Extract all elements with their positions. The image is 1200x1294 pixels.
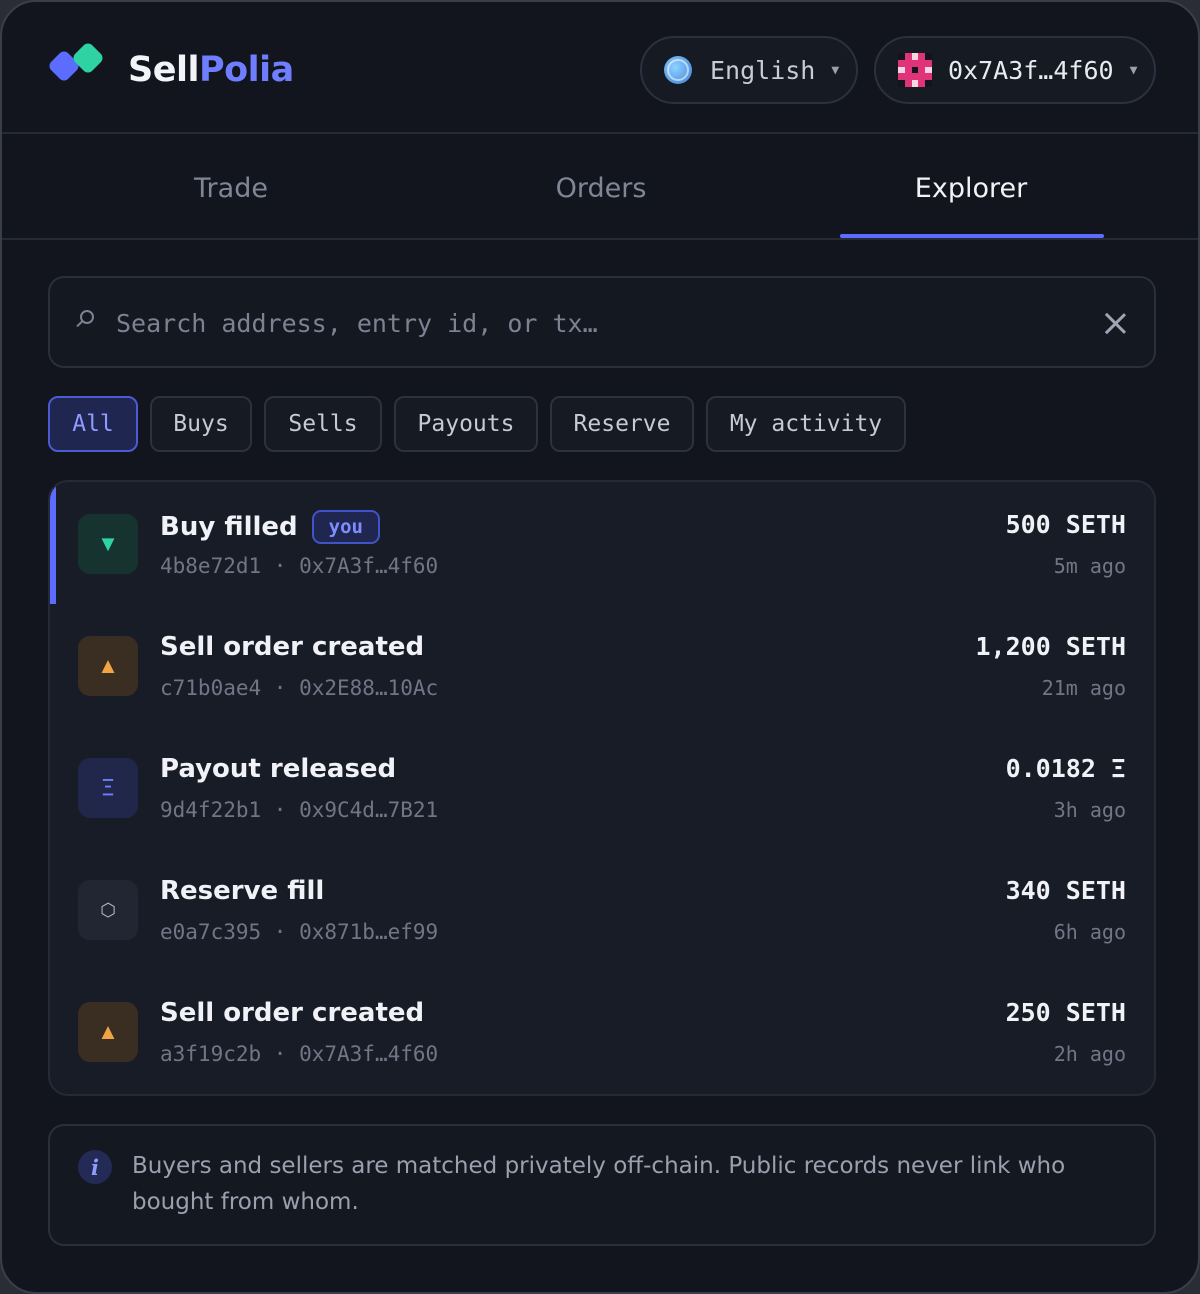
active-tab-indicator	[840, 234, 1104, 238]
entry-time: 5m ago	[1053, 554, 1126, 578]
you-badge: you	[311, 510, 380, 544]
entry-title: Reserve fill	[160, 876, 325, 906]
buy-arrow-icon: ▼	[78, 514, 138, 574]
entry-title: Payout released	[160, 754, 397, 784]
filter-reserve[interactable]: Reserve	[550, 396, 694, 452]
sell-arrow-icon: ▲	[78, 636, 138, 696]
entry-address[interactable]: 0x2E88…10Ac	[299, 676, 438, 700]
entry-amount: 1,200 SETH	[975, 632, 1126, 661]
list-item[interactable]: ▲ Sell order created a3f19c2b · 0x7A3f…4…	[50, 970, 1154, 1092]
entry-time: 3h ago	[1053, 798, 1126, 822]
entry-title: Sell order created	[160, 998, 425, 1028]
entry-id: c71b0ae4	[160, 676, 262, 700]
entry-address[interactable]: 0x7A3f…4f60	[299, 554, 438, 578]
filter-sells[interactable]: Sells	[264, 396, 382, 452]
entry-meta: e0a7c395 · 0x871b…ef99	[160, 920, 439, 944]
list-item[interactable]: Ξ Payout released 9d4f22b1 · 0x9C4d…7B21…	[50, 726, 1154, 848]
entry-title: Buy filled you	[160, 510, 380, 544]
wallet-address: 0x7A3f…4f60	[948, 55, 1114, 85]
close-icon[interactable]	[1104, 312, 1126, 334]
list-item[interactable]: ⬡ Reserve fill e0a7c395 · 0x871b…ef99 34…	[50, 848, 1154, 970]
filter-buys[interactable]: Buys	[150, 396, 252, 452]
app-window: SellPolia English ▼ 0x7A3f…4f60 ▼ Trade …	[0, 0, 1200, 1294]
sell-arrow-icon: ▲	[78, 1002, 138, 1062]
entry-address[interactable]: 0x9C4d…7B21	[299, 798, 438, 822]
header: SellPolia English ▼ 0x7A3f…4f60 ▼	[2, 2, 1198, 134]
brand-logo-icon	[47, 41, 108, 88]
language-label: English	[710, 55, 816, 85]
entry-id: a3f19c2b	[160, 1042, 262, 1066]
entry-amount: 340 SETH	[1005, 876, 1126, 905]
list-item[interactable]: ▲ Sell order created c71b0ae4 · 0x2E88…1…	[50, 604, 1154, 726]
tab-trade[interactable]: Trade	[46, 136, 416, 240]
info-icon: i	[78, 1150, 112, 1184]
tab-orders[interactable]: Orders	[416, 136, 786, 240]
entry-amount: 500 SETH	[1005, 510, 1126, 539]
search-input[interactable]	[116, 298, 1076, 348]
entry-address[interactable]: 0x871b…ef99	[299, 920, 438, 944]
wallet-button[interactable]: 0x7A3f…4f60 ▼	[874, 36, 1156, 104]
brand-name: SellPolia	[128, 50, 294, 90]
entry-id: e0a7c395	[160, 920, 262, 944]
filter-all[interactable]: All	[48, 396, 138, 452]
filter-payouts[interactable]: Payouts	[394, 396, 538, 452]
entry-amount: 250 SETH	[1005, 998, 1126, 1027]
filter-my-activity[interactable]: My activity	[706, 396, 906, 452]
privacy-notice: i Buyers and sellers are matched private…	[48, 1124, 1156, 1246]
language-selector[interactable]: English ▼	[640, 36, 858, 104]
ether-icon: Ξ	[78, 758, 138, 818]
entry-meta: a3f19c2b · 0x7A3f…4f60	[160, 1042, 439, 1066]
globe-icon	[664, 56, 692, 84]
hexagon-icon: ⬡	[78, 880, 138, 940]
chevron-down-icon: ▼	[1129, 62, 1138, 78]
activity-list: ▼ Buy filled you 4b8e72d1 · 0x7A3f…4f60 5…	[48, 480, 1156, 1096]
chevron-down-icon: ▼	[831, 62, 840, 78]
entry-time: 2h ago	[1053, 1042, 1126, 1066]
search-box	[48, 276, 1156, 368]
entry-id: 9d4f22b1	[160, 798, 262, 822]
entry-id: 4b8e72d1	[160, 554, 262, 578]
list-item[interactable]: ▼ Buy filled you 4b8e72d1 · 0x7A3f…4f60 5…	[50, 482, 1154, 604]
tab-bar: Trade Orders Explorer	[2, 136, 1198, 240]
privacy-notice-text: Buyers and sellers are matched privately…	[132, 1153, 1066, 1215]
search-icon	[80, 310, 94, 324]
entry-time: 6h ago	[1053, 920, 1126, 944]
entry-meta: 9d4f22b1 · 0x9C4d…7B21	[160, 798, 439, 822]
entry-meta: c71b0ae4 · 0x2E88…10Ac	[160, 676, 439, 700]
entry-title: Sell order created	[160, 632, 425, 662]
tab-explorer[interactable]: Explorer	[786, 136, 1156, 240]
entry-title-text: Buy filled	[160, 512, 298, 542]
entry-amount: 0.0182 Ξ	[1005, 754, 1126, 783]
entry-time: 21m ago	[1041, 676, 1126, 700]
identicon-avatar	[898, 53, 932, 87]
entry-meta: 4b8e72d1 · 0x7A3f…4f60	[160, 554, 439, 578]
entry-address[interactable]: 0x7A3f…4f60	[299, 1042, 438, 1066]
